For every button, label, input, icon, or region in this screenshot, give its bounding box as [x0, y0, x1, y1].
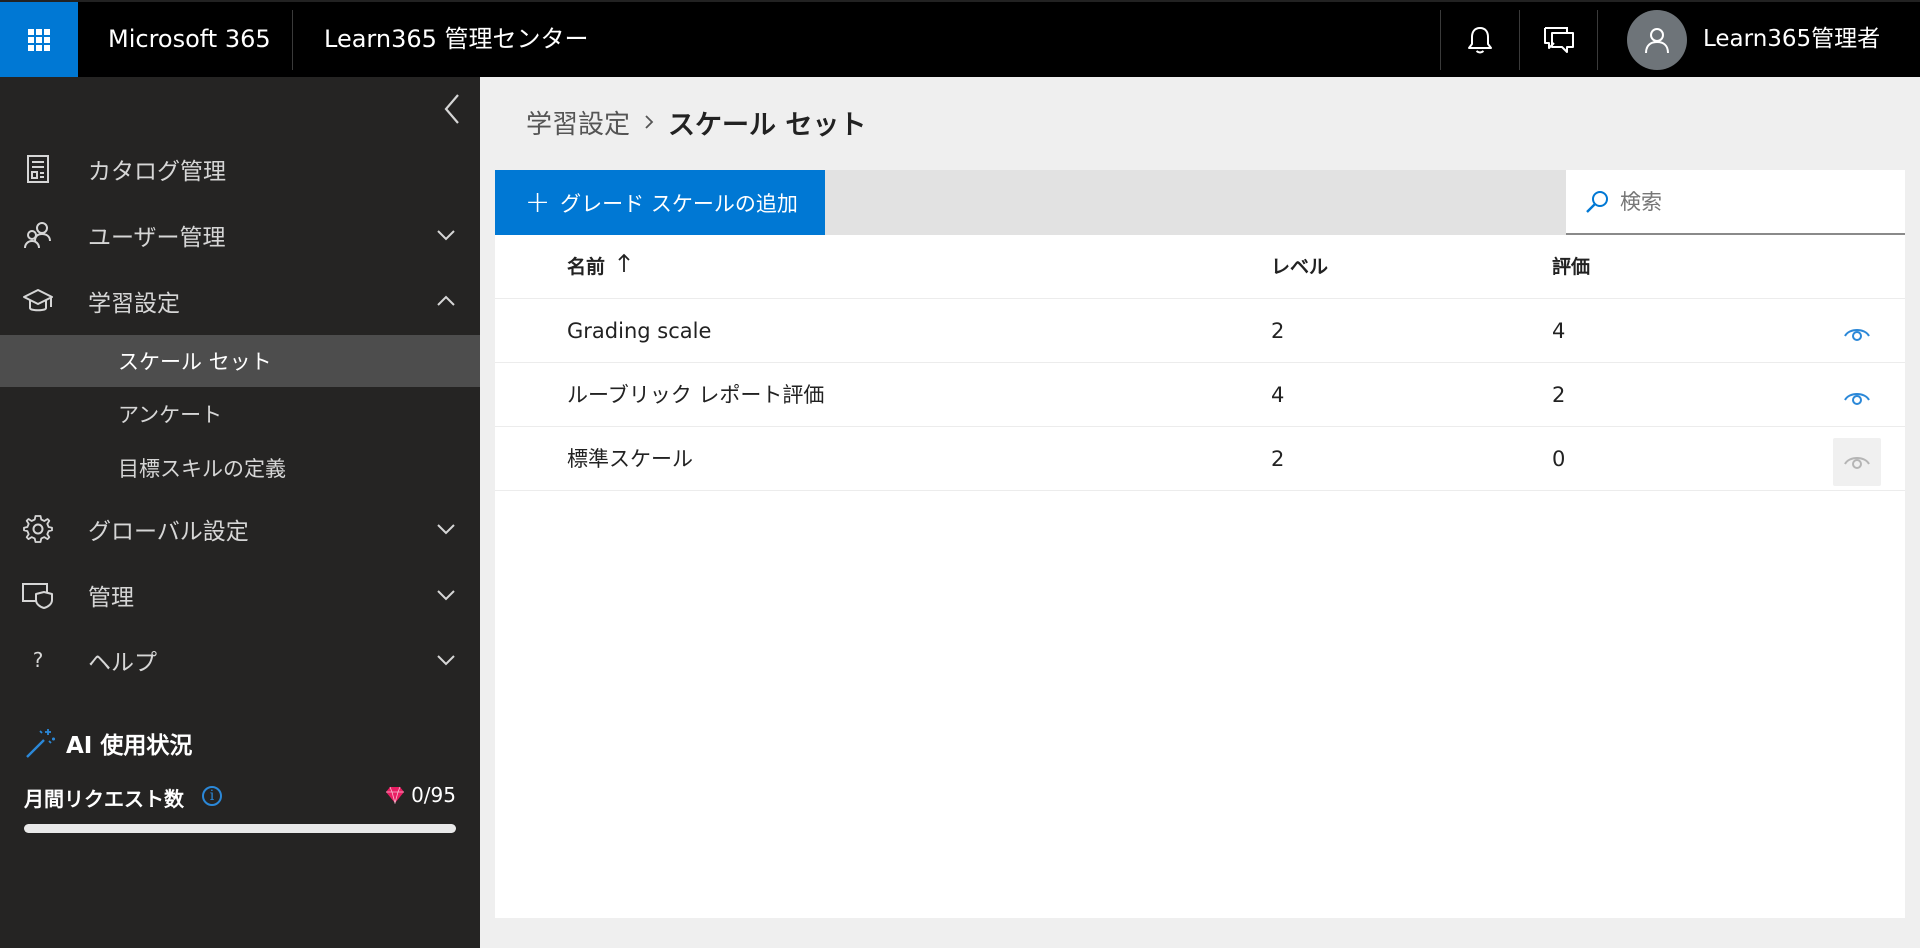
row-name: ルーブリック レポート評価: [567, 383, 825, 407]
command-bar: + グレード スケールの追加: [495, 170, 1905, 235]
ai-usage-title: AI 使用状況: [24, 723, 192, 763]
page-title: スケール セット: [668, 109, 867, 141]
user-name[interactable]: Learn365管理者: [1703, 2, 1880, 77]
notifications-button[interactable]: [1441, 2, 1519, 77]
magic-wand-icon: [26, 729, 55, 758]
sidebar-item-admin[interactable]: 管理: [0, 569, 480, 621]
search-icon: [1586, 190, 1608, 213]
eye-icon: [1844, 393, 1870, 405]
row-level: 2: [1271, 319, 1285, 343]
eye-icon: [1844, 329, 1870, 341]
avatar[interactable]: [1627, 10, 1687, 70]
add-grade-scale-button[interactable]: + グレード スケールの追加: [495, 170, 825, 235]
breadcrumb-parent[interactable]: 学習設定: [526, 104, 630, 141]
sort-ascending-icon: [618, 253, 630, 272]
feedback-icon: [1544, 26, 1574, 53]
requests-count-text: 0/95: [411, 783, 456, 807]
row-level: 2: [1271, 447, 1285, 471]
top-bar: Microsoft 365 Learn365 管理センター Learn365管理…: [0, 0, 1920, 77]
brand-name[interactable]: Microsoft 365: [108, 2, 271, 77]
app-title: Learn365 管理センター: [324, 25, 589, 53]
scale-sets-table: 名前 レベル 評価 Grading scale 2 4 ルーブリック レポート評…: [495, 235, 1905, 918]
monthly-requests-row: 月間リクエスト数 i 0/95: [24, 783, 456, 813]
chevron-up-icon: [437, 295, 455, 306]
row-rating: 4: [1552, 319, 1566, 343]
divider: [1597, 10, 1598, 70]
chevron-down-icon: [437, 524, 455, 535]
help-icon: ?: [32, 648, 44, 672]
waffle-icon: [28, 28, 50, 51]
sidebar-item-label: ユーザー管理: [88, 225, 226, 251]
sidebar-subitem-label: 目標スキルの定義: [118, 457, 286, 481]
sidebar-subitem-scale-sets[interactable]: スケール セット: [0, 335, 480, 387]
shield-icon: [22, 579, 54, 611]
search-box[interactable]: [1566, 170, 1905, 235]
view-button[interactable]: [1833, 374, 1881, 422]
sidebar-item-users[interactable]: ユーザー管理: [0, 209, 480, 261]
sidebar-item-label: 学習設定: [88, 291, 180, 317]
sidebar: カタログ管理 ユーザー管理 学習設定 スケール セット アンケート 目標スキルの…: [0, 77, 480, 948]
row-name: Grading scale: [567, 319, 712, 343]
chevron-down-icon: [437, 230, 455, 241]
chevron-left-icon: [444, 94, 459, 124]
monthly-requests-label: 月間リクエスト数: [24, 787, 184, 811]
search-input[interactable]: [1618, 188, 1882, 215]
table-row[interactable]: ルーブリック レポート評価 4 2: [495, 363, 1905, 427]
row-level: 4: [1271, 383, 1285, 407]
chevron-down-icon: [437, 655, 455, 666]
collapse-sidebar-button[interactable]: [438, 89, 466, 129]
sidebar-item-label: 管理: [88, 585, 134, 611]
bell-icon: [1468, 26, 1492, 53]
plus-icon: +: [525, 184, 551, 220]
column-header-name-label: 名前: [567, 256, 606, 278]
sidebar-item-global-settings[interactable]: グローバル設定: [0, 503, 480, 555]
catalog-icon: [22, 153, 54, 185]
users-icon: [22, 219, 54, 251]
sidebar-item-help[interactable]: ? ヘルプ: [0, 634, 480, 686]
column-header-rating[interactable]: 評価: [1552, 235, 1590, 299]
sidebar-item-catalog[interactable]: カタログ管理: [0, 143, 480, 195]
monthly-requests-count: 0/95: [385, 783, 456, 807]
gear-icon: [22, 513, 54, 545]
breadcrumb: 学習設定 スケール セット: [526, 100, 866, 144]
sidebar-item-label: グローバル設定: [88, 519, 249, 545]
usage-progress-bar: [24, 824, 456, 833]
row-rating: 2: [1552, 383, 1566, 407]
row-name: 標準スケール: [567, 447, 693, 471]
feedback-button[interactable]: [1520, 2, 1598, 77]
sidebar-subitem-target-skills[interactable]: 目標スキルの定義: [0, 442, 480, 494]
sidebar-subitem-surveys[interactable]: アンケート: [0, 388, 480, 440]
sidebar-subitem-label: スケール セット: [118, 350, 272, 374]
sidebar-item-label: ヘルプ: [88, 650, 157, 676]
column-header-level[interactable]: レベル: [1271, 235, 1328, 299]
divider: [292, 10, 293, 70]
sidebar-subitem-label: アンケート: [118, 403, 223, 427]
chevron-down-icon: [437, 590, 455, 601]
table-header: 名前 レベル 評価: [495, 235, 1905, 299]
add-grade-scale-label: グレード スケールの追加: [560, 191, 798, 216]
person-icon: [1645, 28, 1669, 54]
view-button-disabled: [1833, 438, 1881, 486]
mortarboard-icon: [22, 285, 54, 317]
sidebar-item-label: カタログ管理: [88, 159, 226, 185]
info-icon[interactable]: i: [202, 786, 222, 806]
app-launcher-button[interactable]: [0, 2, 78, 77]
eye-icon: [1844, 457, 1870, 469]
ai-usage-label: AI 使用状況: [66, 733, 193, 759]
gem-icon: [386, 786, 405, 804]
table-row[interactable]: Grading scale 2 4: [495, 299, 1905, 363]
sidebar-item-learning-settings[interactable]: 学習設定: [0, 275, 480, 327]
table-row[interactable]: 標準スケール 2 0: [495, 427, 1905, 491]
view-button[interactable]: [1833, 310, 1881, 358]
row-rating: 0: [1552, 447, 1566, 471]
chevron-right-icon: [645, 115, 654, 129]
column-header-name[interactable]: 名前: [567, 235, 630, 299]
